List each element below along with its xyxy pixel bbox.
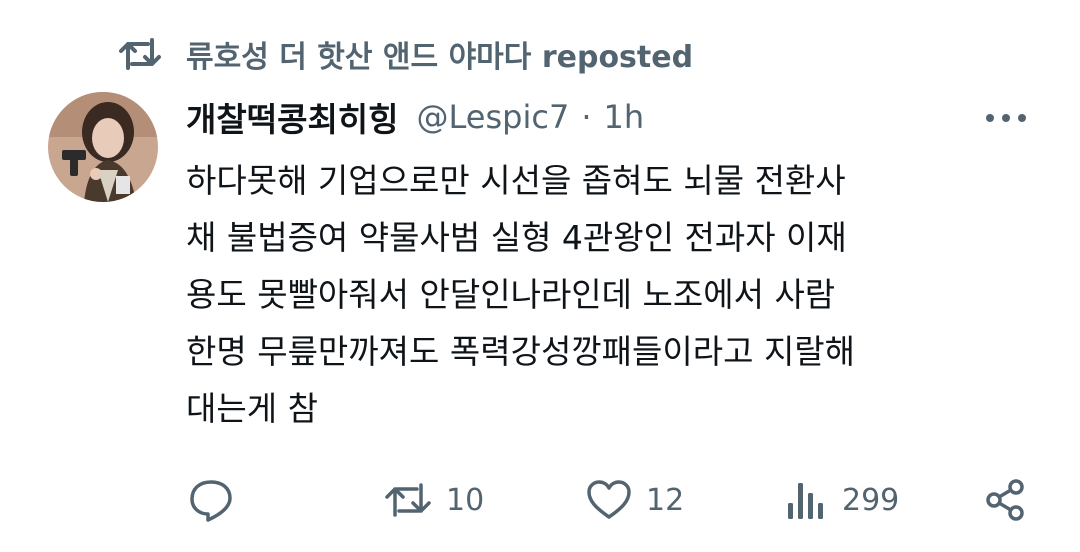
repost-icon	[118, 31, 164, 77]
heart-icon	[587, 480, 631, 519]
author-display-name[interactable]: 개찰떡콩최히힝	[186, 93, 399, 141]
share-icon	[986, 479, 1024, 521]
action-bar: 10 12 299	[0, 472, 1080, 528]
repost-indicator[interactable]: 류호성 더 핫산 앤드 야마다 reposted	[118, 30, 693, 78]
repost-text: 류호성 더 핫산 앤드 야마다 reposted	[186, 40, 694, 75]
author-handle[interactable]: @Lespic7	[417, 98, 570, 136]
tweet-text-line: 하다못해 기업으로만 시선을 좁혀도 뇌물 전환사	[186, 161, 846, 200]
tweet-text-line: 용도 못빨아줘서 안달인나라인데 노조에서 사람	[186, 275, 836, 314]
views-icon	[788, 483, 823, 519]
like-count: 12	[646, 482, 685, 518]
tweet-text: 하다못해 기업으로만 시선을 좁혀도 뇌물 전환사 채 불법증여 약물사범 실형…	[186, 152, 1036, 437]
share-button[interactable]	[982, 472, 1028, 528]
views-button[interactable]: 299	[784, 472, 899, 528]
reply-icon	[190, 480, 232, 522]
repost-count: 10	[446, 482, 485, 518]
more-dots-icon	[986, 114, 1026, 122]
avatar-image	[48, 92, 158, 202]
like-button[interactable]: 12	[586, 472, 684, 528]
separator-dot: ·	[581, 98, 592, 136]
repost-icon	[385, 483, 431, 517]
tweet-text-line: 채 불법증여 약물사범 실형 4관왕인 전과자 이재	[186, 218, 847, 257]
avatar[interactable]	[48, 92, 158, 202]
tweet-text-line: 대는게 참	[186, 389, 318, 428]
tweet-text-line: 한명 무릎만까져도 폭력강성깡패들이라고 지랄해	[186, 332, 856, 371]
more-options-button[interactable]	[978, 104, 1034, 132]
repost-button[interactable]: 10	[384, 472, 484, 528]
reply-button[interactable]	[188, 472, 234, 528]
views-count: 299	[842, 482, 900, 518]
tweet-header: 개찰떡콩최히힝 @Lespic7 · 1h	[186, 92, 644, 142]
tweet-timestamp[interactable]: 1h	[603, 98, 644, 136]
